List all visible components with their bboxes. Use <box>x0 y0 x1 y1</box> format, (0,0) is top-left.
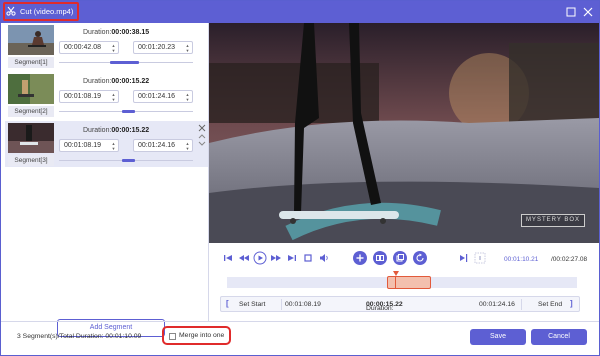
segment-tools <box>198 124 206 146</box>
playhead-line <box>395 276 396 289</box>
segment-range-fill <box>109 61 140 64</box>
segment-range-bar <box>59 110 193 113</box>
set-range-bar: [ Set Start 00:01:08.19 Duration: 00:00:1… <box>220 296 580 312</box>
segment-item[interactable]: Segment[2] Duration:00:00:15.22 00:01:08… <box>5 72 208 118</box>
title-bar: Cut (video.mp4) <box>1 1 599 23</box>
segment-item-selected[interactable]: Segment[3] Duration:00:00:15.22 00:01:08… <box>5 121 208 167</box>
scissors-icon <box>6 6 16 16</box>
window-title: Cut (video.mp4) <box>20 7 74 16</box>
cut-dialog: Cut (video.mp4) Segment[1] Duration:00:0… <box>0 0 600 356</box>
volume-icon[interactable] <box>317 251 331 265</box>
video-watermark: MYSTERY BOX <box>521 214 585 227</box>
segment-range-bar <box>59 159 193 162</box>
segment-thumbnail <box>8 123 54 153</box>
segment-item[interactable]: Segment[1] Duration:00:00:38.15 00:00:42… <box>5 23 208 69</box>
cancel-button[interactable]: Cancel <box>531 329 587 345</box>
stepper-icon[interactable]: ▲ ▼ <box>111 92 116 102</box>
current-time: 00:01:10.21 <box>504 256 539 263</box>
go-to-end-mark-icon[interactable] <box>473 251 487 265</box>
divider <box>521 299 522 310</box>
segment-duration: Duration:00:00:15.22 <box>83 127 150 134</box>
stepper-icon[interactable]: ▲ ▼ <box>111 141 116 151</box>
maximize-icon[interactable] <box>564 5 578 19</box>
segment-end-field[interactable]: 00:01:24.16 ▲ ▼ <box>133 139 193 152</box>
segment-range-fill <box>121 110 136 113</box>
segment-start-field[interactable]: 00:01:08.19 ▲ ▼ <box>59 90 119 103</box>
segment-end-field[interactable]: 00:01:20.23 ▲ ▼ <box>133 41 193 54</box>
segment-duration: Duration:00:00:15.22 <box>83 78 150 85</box>
set-start-button[interactable]: Set Start <box>239 301 265 308</box>
end-bracket-icon: ] <box>570 299 573 308</box>
range-duration: Duration: 00:00:15.22 <box>366 301 403 312</box>
next-frame-icon[interactable] <box>269 251 283 265</box>
segment-label: Segment[3] <box>8 155 54 166</box>
status-text: 3 Segment(s)/Total Duration: 00:01:10.09 <box>17 333 142 340</box>
stepper-icon[interactable]: ▲ ▼ <box>185 43 190 53</box>
divider <box>281 299 282 310</box>
delete-segment-icon[interactable] <box>198 124 206 132</box>
timeline-selection[interactable] <box>387 276 431 289</box>
skip-to-start-icon[interactable] <box>221 251 235 265</box>
start-bracket-icon: [ <box>226 299 229 308</box>
segment-thumbnail <box>8 25 54 55</box>
timeline[interactable] <box>227 271 577 289</box>
previous-frame-icon[interactable] <box>237 251 251 265</box>
segment-thumbnail <box>8 74 54 104</box>
save-button[interactable]: Save <box>470 329 526 345</box>
merge-checkbox[interactable] <box>169 333 176 340</box>
segment-end-field[interactable]: 00:01:24.16 ▲ ▼ <box>133 90 193 103</box>
reset-icon[interactable] <box>413 251 427 265</box>
footer-divider <box>1 321 599 322</box>
skip-to-end-icon[interactable] <box>285 251 299 265</box>
go-to-start-mark-icon[interactable] <box>457 251 471 265</box>
close-icon[interactable] <box>581 5 595 19</box>
segment-label: Segment[1] <box>8 57 54 68</box>
copy-icon[interactable] <box>393 251 407 265</box>
split-icon[interactable] <box>373 251 387 265</box>
stepper-icon[interactable]: ▲ ▼ <box>185 141 190 151</box>
segment-label: Segment[2] <box>8 106 54 117</box>
range-end-time[interactable]: 00:01:24.16 <box>479 301 515 308</box>
move-up-icon[interactable] <box>198 134 206 139</box>
move-down-icon[interactable] <box>198 141 206 146</box>
video-preview: MYSTERY BOX <box>209 23 599 243</box>
total-time: /00:02:27.08 <box>551 256 588 263</box>
segment-range-fill <box>121 159 136 162</box>
stepper-icon[interactable]: ▲ ▼ <box>111 43 116 53</box>
segment-start-field[interactable]: 00:00:42.08 ▲ ▼ <box>59 41 119 54</box>
segment-start-field[interactable]: 00:01:08.19 ▲ ▼ <box>59 139 119 152</box>
play-icon[interactable] <box>253 251 267 265</box>
video-frame <box>209 23 599 243</box>
segment-duration: Duration:00:00:38.15 <box>83 29 150 36</box>
set-end-button[interactable]: Set End <box>538 301 562 308</box>
range-start-time[interactable]: 00:01:08.19 <box>285 301 321 308</box>
stepper-icon[interactable]: ▲ ▼ <box>185 92 190 102</box>
segment-list: Segment[1] Duration:00:00:38.15 00:00:42… <box>5 23 208 337</box>
stop-icon[interactable] <box>301 251 315 265</box>
merge-label[interactable]: Merge into one <box>179 332 224 339</box>
add-icon[interactable] <box>353 251 367 265</box>
segment-range-bar <box>59 61 193 64</box>
playhead-marker[interactable] <box>393 271 399 276</box>
player-controls: 00:01:10.21 /00:02:27.08 <box>209 247 599 269</box>
